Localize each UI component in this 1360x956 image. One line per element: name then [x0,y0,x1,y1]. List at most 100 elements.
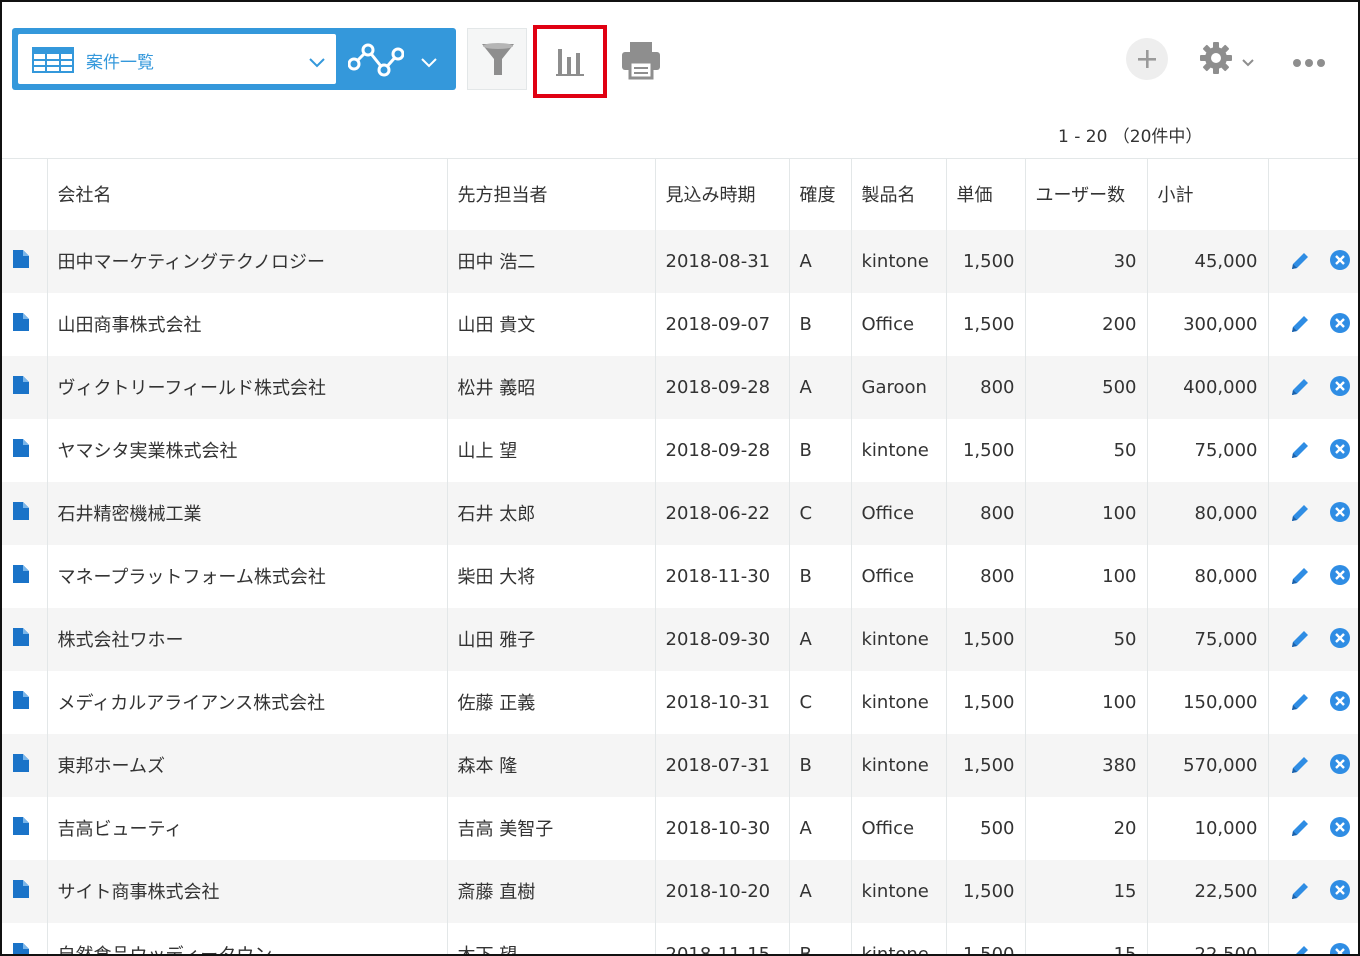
column-header[interactable]: 見込み時期 [655,158,790,230]
cell-unit-price: 1,500 [946,733,1026,797]
view-select-dropdown[interactable]: 案件一覧 [18,34,336,84]
cell-user-count: 30 [1025,229,1148,293]
cell-probability: B [789,733,852,797]
cell-user-count: 20 [1025,796,1148,860]
delete-icon[interactable] [1329,942,1350,954]
table-row: 東邦ホームズ 森本 隆 2018-07-31 B kintone 1,500 3… [2,733,1358,797]
record-detail-icon[interactable] [12,564,30,589]
delete-icon[interactable] [1329,690,1350,716]
edit-pencil-icon[interactable] [1289,565,1311,592]
gear-icon[interactable] [1198,40,1234,80]
cell-unit-price: 800 [946,355,1026,419]
cell-subtotal: 75,000 [1147,418,1269,482]
add-record-button[interactable] [1126,38,1168,80]
delete-icon[interactable] [1329,375,1350,401]
cell-probability: B [789,544,852,608]
filter-button[interactable] [467,28,527,90]
cell-expected-date: 2018-09-30 [655,607,790,671]
cell-unit-price: 500 [946,796,1026,860]
cell-expected-date: 2018-06-22 [655,481,790,545]
settings-chevron-down-icon[interactable] [1242,52,1254,71]
cell-product: Office [851,292,947,356]
cell-unit-price: 800 [946,481,1026,545]
cell-expected-date: 2018-10-30 [655,796,790,860]
cell-subtotal: 400,000 [1147,355,1269,419]
cell-expected-date: 2018-11-15 [655,922,790,954]
delete-icon[interactable] [1329,249,1350,275]
cell-probability: B [789,922,852,954]
records-table: 会社名 先方担当者 見込み時期 確度 製品名 単価 ユーザー数 小計 田中マーケ… [2,158,1358,954]
edit-pencil-icon[interactable] [1289,880,1311,907]
cell-company: メディカルアライアンス株式会社 [47,670,448,734]
cell-contact: 斎藤 直樹 [447,859,656,923]
table-row: メディカルアライアンス株式会社 佐藤 正義 2018-10-31 C kinto… [2,670,1358,734]
edit-pencil-icon[interactable] [1289,691,1311,718]
edit-pencil-icon[interactable] [1289,817,1311,844]
view-select-label: 案件一覧 [86,53,154,73]
delete-icon[interactable] [1329,564,1350,590]
cell-user-count: 15 [1025,859,1148,923]
delete-icon[interactable] [1329,501,1350,527]
edit-pencil-icon[interactable] [1289,313,1311,340]
record-detail-icon[interactable] [12,501,30,526]
column-header[interactable]: 会社名 [47,158,448,230]
delete-icon[interactable] [1329,816,1350,842]
row-actions [1268,733,1358,797]
row-actions [1268,922,1358,954]
table-row: 株式会社ワホー 山田 雅子 2018-09-30 A kintone 1,500… [2,607,1358,671]
toolbar: 案件一覧 1 - 20 （20件中） [2,2,1358,152]
column-header[interactable]: 製品名 [851,158,947,230]
cell-company: 吉高ビューティ [47,796,448,860]
print-icon[interactable] [620,40,662,84]
cell-subtotal: 300,000 [1147,292,1269,356]
edit-pencil-icon[interactable] [1289,376,1311,403]
cell-probability: B [789,418,852,482]
record-detail-icon[interactable] [12,942,30,954]
edit-pencil-icon[interactable] [1289,754,1311,781]
record-detail-icon[interactable] [12,627,30,652]
cell-user-count: 380 [1025,733,1148,797]
edit-pencil-icon[interactable] [1289,628,1311,655]
delete-icon[interactable] [1329,627,1350,653]
cell-product: Office [851,544,947,608]
cell-unit-price: 1,500 [946,859,1026,923]
record-detail-icon[interactable] [12,816,30,841]
cell-product: kintone [851,733,947,797]
cell-contact: 石井 太郎 [447,481,656,545]
cell-product: kintone [851,859,947,923]
delete-icon[interactable] [1329,438,1350,464]
cell-probability: C [789,481,852,545]
record-detail-icon[interactable] [12,879,30,904]
edit-pencil-icon[interactable] [1289,439,1311,466]
record-detail-icon[interactable] [12,753,30,778]
column-header[interactable]: 先方担当者 [447,158,656,230]
cell-subtotal: 80,000 [1147,481,1269,545]
cell-product: kintone [851,418,947,482]
cell-company: ヴィクトリーフィールド株式会社 [47,355,448,419]
delete-icon[interactable] [1329,312,1350,338]
graph-view-icon[interactable] [347,40,405,82]
edit-pencil-icon[interactable] [1289,502,1311,529]
cell-subtotal: 45,000 [1147,229,1269,293]
record-detail-icon[interactable] [12,438,30,463]
cell-contact: 柴田 大将 [447,544,656,608]
record-detail-icon[interactable] [12,690,30,715]
delete-icon[interactable] [1329,753,1350,779]
column-header[interactable]: 単価 [946,158,1026,230]
cell-product: kintone [851,607,947,671]
edit-pencil-icon[interactable] [1289,943,1311,954]
column-header[interactable]: ユーザー数 [1025,158,1148,230]
more-options-icon[interactable] [1292,54,1326,73]
delete-icon[interactable] [1329,879,1350,905]
column-header[interactable]: 確度 [789,158,852,230]
column-header[interactable]: 小計 [1147,158,1269,230]
table-view-icon [32,47,74,77]
edit-pencil-icon[interactable] [1289,250,1311,277]
record-detail-icon[interactable] [12,312,30,337]
cell-product: kintone [851,922,947,954]
cell-unit-price: 1,500 [946,670,1026,734]
record-detail-icon[interactable] [12,249,30,274]
record-detail-icon[interactable] [12,375,30,400]
cell-subtotal: 80,000 [1147,544,1269,608]
graph-chevron-down-icon[interactable] [420,54,438,73]
